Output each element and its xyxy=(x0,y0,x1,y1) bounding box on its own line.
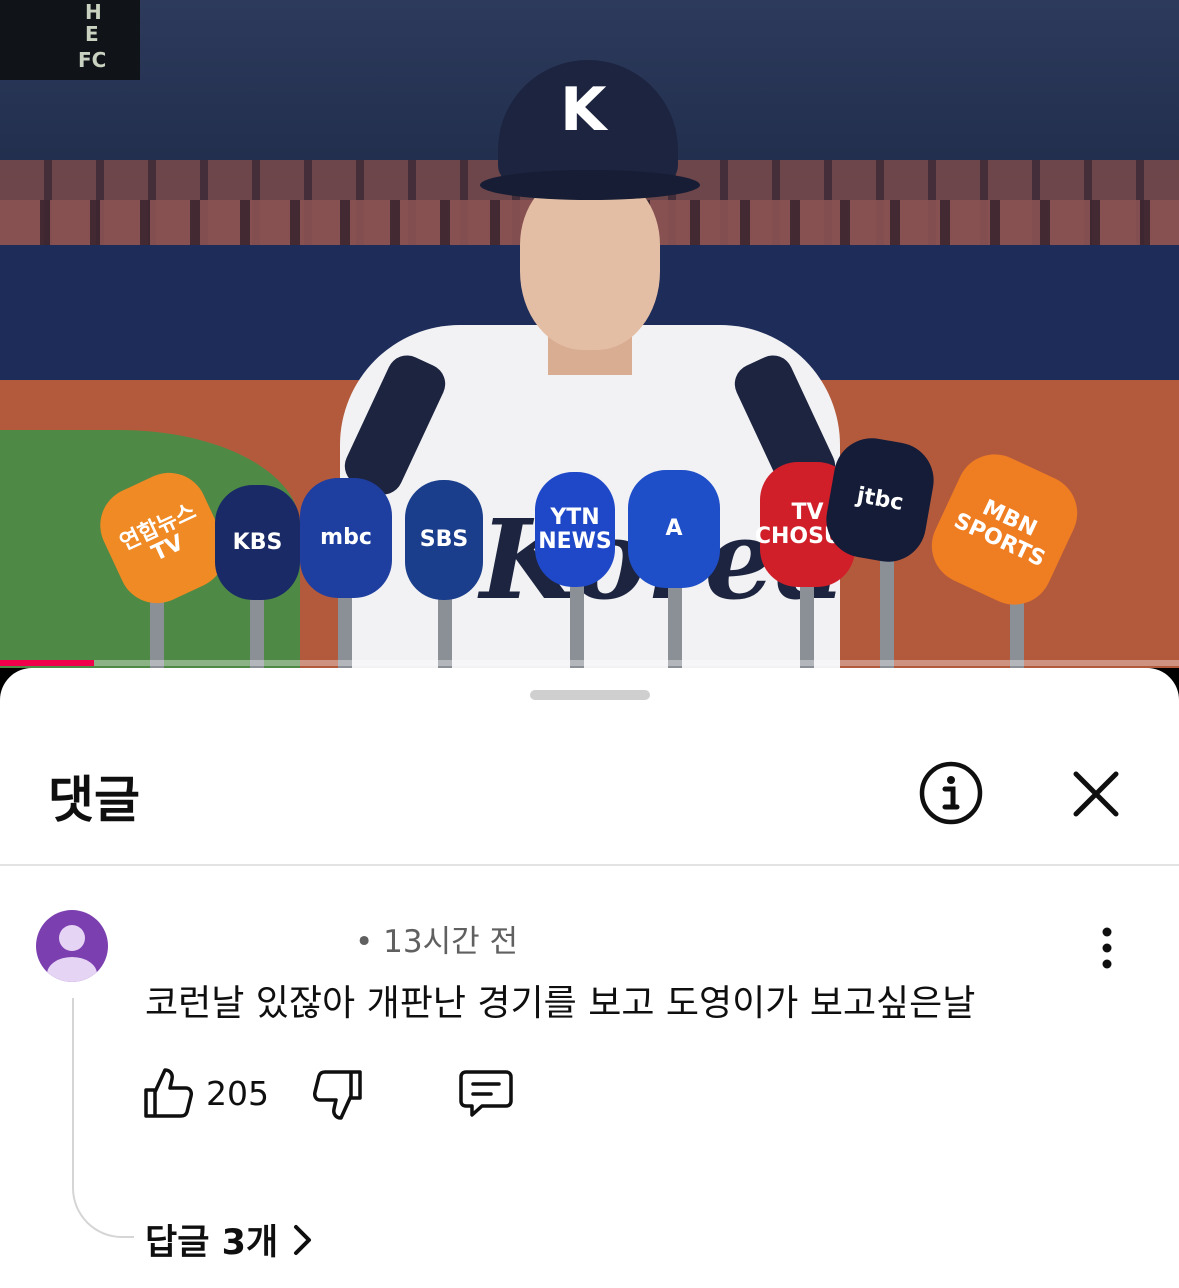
video-progress-bar[interactable] xyxy=(0,660,1179,666)
microphone: mbc xyxy=(300,478,392,598)
scoreboard-letter: H xyxy=(85,0,102,24)
microphone-stand xyxy=(880,550,894,668)
close-icon[interactable] xyxy=(1066,764,1126,824)
comment-text: 코런날 있잖아 개판난 경기를 보고 도영이가 보고싶은날 xyxy=(145,983,976,1024)
microphone-stand xyxy=(338,590,352,668)
info-circle-icon[interactable] xyxy=(918,760,984,826)
thumb-up-icon[interactable] xyxy=(142,1066,194,1120)
like-count: 205 xyxy=(206,1074,269,1113)
comment-time: • 13시간 전 xyxy=(355,924,518,960)
thumb-down-icon[interactable] xyxy=(312,1068,364,1122)
replies-label: 답글 3개 xyxy=(145,1223,279,1263)
video-player[interactable]: H E FC Korea K 연합뉴스 TVKBSmbcSBSYTN NEWSA… xyxy=(0,0,1179,668)
microphone-stand xyxy=(668,580,682,668)
microphone-flag: YTN NEWS xyxy=(535,472,615,587)
microphone: YTN NEWS xyxy=(535,472,615,587)
microphone-stand xyxy=(438,590,452,668)
microphone-stand xyxy=(800,580,814,668)
comment-actions: 205 xyxy=(140,1066,560,1122)
face xyxy=(520,175,660,350)
scoreboard-letter: E xyxy=(85,22,99,46)
microphone-flag: jtbc xyxy=(820,432,940,568)
microphone-flag: A xyxy=(628,470,720,588)
cap-logo: K xyxy=(560,75,607,145)
scoreboard: H E FC xyxy=(0,0,140,80)
comment-author[interactable] xyxy=(145,922,355,952)
reply-comment-icon[interactable] xyxy=(458,1068,514,1120)
comments-sheet: 댓글 • 13시간 전 코런날 있잖아 개판난 경기를 보고 도영이가 보고싶은… xyxy=(0,668,1179,1288)
header-divider xyxy=(0,864,1179,866)
comment-meta: • 13시간 전 xyxy=(145,916,518,961)
drag-handle[interactable] xyxy=(530,690,650,700)
microphone-stand xyxy=(250,590,264,668)
microphone-flag: SBS xyxy=(405,480,483,600)
microphone: SBS xyxy=(405,480,483,600)
view-replies-button[interactable]: 답글 3개 xyxy=(145,1214,314,1265)
microphone-flag: KBS xyxy=(215,485,300,600)
microphone-flag: mbc xyxy=(300,478,392,598)
microphone: jtbc xyxy=(820,432,940,568)
chevron-right-icon xyxy=(294,1224,312,1255)
avatar[interactable] xyxy=(36,910,108,982)
sheet-title: 댓글 xyxy=(48,771,140,829)
microphone: KBS xyxy=(215,485,300,600)
scoreboard-letter: FC xyxy=(78,48,107,72)
microphone: A xyxy=(628,470,720,588)
reply-thread-line xyxy=(72,998,134,1238)
video-progress-fill xyxy=(0,660,95,666)
microphone-stand xyxy=(570,580,584,668)
more-vert-icon[interactable] xyxy=(1090,926,1124,970)
cap-bill xyxy=(480,170,700,200)
